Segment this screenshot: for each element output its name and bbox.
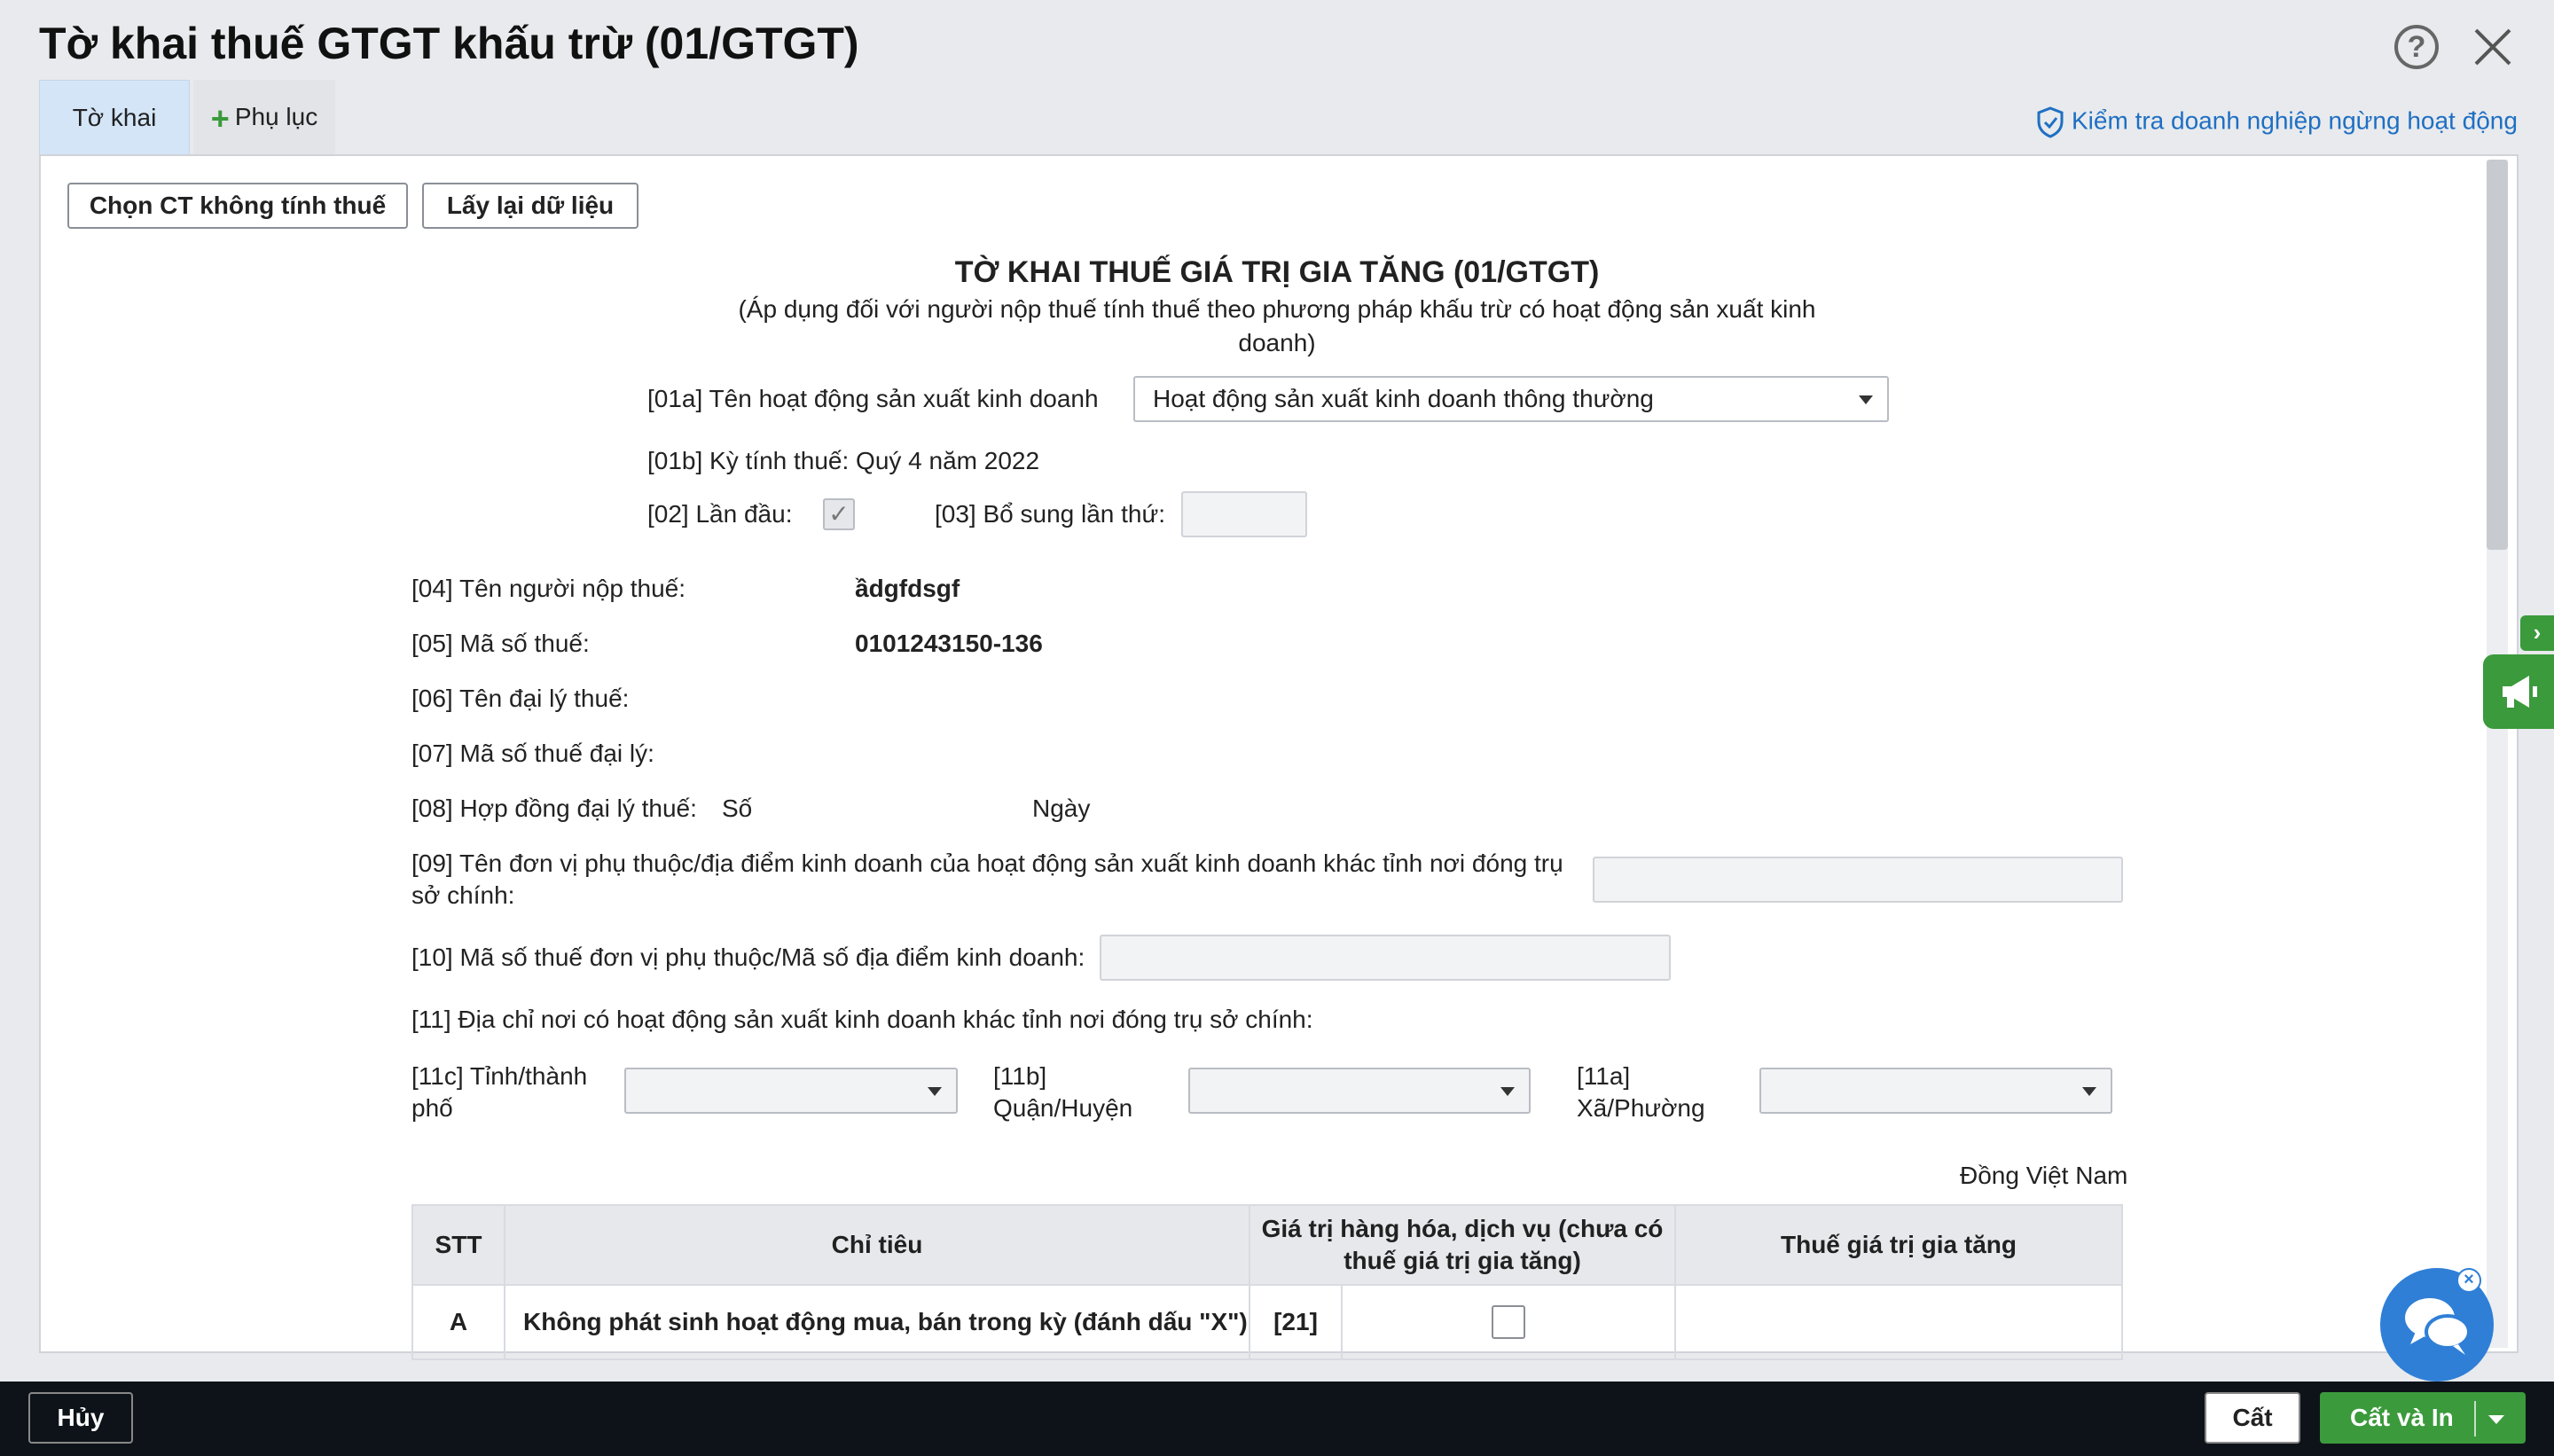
footer-bar: Hủy Cất Cất và In xyxy=(0,1382,2554,1456)
business-activity-value: Hoạt động sản xuất kinh doanh thông thườ… xyxy=(1153,385,1654,412)
check-link-label: Kiểm tra doanh nghiệp ngừng hoạt động xyxy=(2072,106,2518,135)
f10-label: [10] Mã số thuế đơn vị phụ thuộc/Mã số đ… xyxy=(411,943,1085,971)
dialog-title: Tờ khai thuế GTGT khấu trừ (01/GTGT) xyxy=(39,19,859,68)
tab-label: Tờ khai xyxy=(72,104,157,131)
choose-non-taxable-button[interactable]: Chọn CT không tính thuế xyxy=(67,183,408,229)
chevron-down-icon xyxy=(928,1087,942,1096)
f09-label: [09] Tên đơn vị phụ thuộc/địa điểm kinh … xyxy=(411,848,1563,912)
no-activity-checkbox[interactable] xyxy=(1492,1305,1525,1339)
table-row: A Không phát sinh hoạt động mua, bán tro… xyxy=(411,1284,2123,1360)
save-and-print-label: Cất và In xyxy=(2350,1404,2454,1431)
chevron-down-icon xyxy=(2082,1087,2096,1096)
tax-code: 0101243150-136 xyxy=(855,630,1043,657)
form-subtitle: (Áp dụng đối với người nộp thuế tính thu… xyxy=(727,293,1827,360)
chat-close-icon[interactable]: × xyxy=(2456,1268,2481,1293)
dependent-tax-code-input[interactable] xyxy=(1100,935,1671,981)
chevron-down-icon[interactable] xyxy=(2488,1415,2504,1424)
chevron-down-icon xyxy=(1859,395,1873,404)
close-icon[interactable] xyxy=(2469,23,2517,71)
f09-label-line-1: [09] Tên đơn vị phụ thuộc/địa điểm kinh … xyxy=(411,849,1563,877)
chevron-down-icon xyxy=(1500,1087,1515,1096)
side-panel-toggle-icon[interactable]: › xyxy=(2520,615,2554,651)
dependent-unit-name-input[interactable] xyxy=(1593,857,2123,903)
f08-date-label: Ngày xyxy=(1032,795,1091,822)
col-header-vat: Thuế giá trị gia tăng xyxy=(1674,1204,2123,1286)
col-header-value: Giá trị hàng hóa, dịch vụ (chưa có thuế … xyxy=(1249,1204,1676,1286)
tab-to-khai[interactable]: Tờ khai xyxy=(39,80,190,156)
first-time-checkbox[interactable]: ✓ xyxy=(823,498,855,530)
col-header-value-line-1: Giá trị hàng hóa, dịch vụ (chưa có xyxy=(1261,1215,1664,1242)
f11c-label-line-2: phố xyxy=(411,1094,453,1122)
tab-add-phu-luc[interactable]: + Phụ lục xyxy=(193,80,335,156)
f08-label: [08] Hợp đồng đại lý thuế: xyxy=(411,795,697,822)
f07-label: [07] Mã số thuế đại lý: xyxy=(411,740,654,767)
taxpayer-name: ầdgfdsgf xyxy=(855,575,960,602)
business-activity-select[interactable]: Hoạt động sản xuất kinh doanh thông thườ… xyxy=(1133,376,1889,422)
subtitle-line-1: (Áp dụng đối với người nộp thuế tính thu… xyxy=(738,295,1816,323)
f08-number-label: Số xyxy=(722,795,753,822)
row-a-stt: A xyxy=(411,1284,505,1360)
supplement-number-input[interactable] xyxy=(1181,491,1307,537)
f11b-label-line-2: Quận/Huyện xyxy=(993,1094,1133,1122)
f01b-label: [01b] Kỳ tính thuế: Quý 4 năm 2022 xyxy=(647,447,1040,474)
ward-select[interactable] xyxy=(1759,1068,2112,1114)
reload-data-button[interactable]: Lấy lại dữ liệu xyxy=(422,183,638,229)
row-a-vat xyxy=(1674,1284,2123,1360)
district-select[interactable] xyxy=(1188,1068,1531,1114)
f11a-label: [11a] Xã/Phường xyxy=(1577,1061,1705,1124)
cancel-button[interactable]: Hủy xyxy=(28,1392,133,1444)
f11a-label-line-2: Xã/Phường xyxy=(1577,1094,1705,1122)
button-divider xyxy=(2474,1401,2476,1436)
shield-check-icon xyxy=(2037,106,2064,138)
col-header-value-line-2: thuế giá trị gia tăng) xyxy=(1344,1247,1581,1274)
help-icon[interactable]: ? xyxy=(2394,25,2439,69)
tab-label: Phụ lục xyxy=(234,103,318,130)
f05-label: [05] Mã số thuế: xyxy=(411,630,590,657)
save-and-print-button[interactable]: Cất và In xyxy=(2320,1392,2526,1444)
megaphone-icon xyxy=(2503,676,2537,708)
f11c-label-line-1: [11c] Tỉnh/thành xyxy=(411,1062,588,1090)
col-header-chitieu: Chỉ tiêu xyxy=(504,1204,1250,1286)
province-select[interactable] xyxy=(624,1068,958,1114)
dialog-header: Tờ khai thuế GTGT khấu trừ (01/GTGT) ? xyxy=(0,0,2554,85)
row-a-checkbox-cell xyxy=(1341,1284,1676,1360)
form-title: TỜ KHAI THUẾ GIÁ TRỊ GIA TĂNG (01/GTGT) xyxy=(954,255,1600,289)
f11b-label-line-1: [11b] xyxy=(993,1062,1047,1090)
col-header-stt: STT xyxy=(411,1204,505,1286)
row-a-code: [21] xyxy=(1249,1284,1343,1360)
save-button[interactable]: Cất xyxy=(2205,1392,2300,1444)
check-business-link[interactable]: Kiểm tra doanh nghiệp ngừng hoạt động xyxy=(2036,106,2518,138)
f04-label: [04] Tên người nộp thuế: xyxy=(411,575,686,602)
f11b-label: [11b] Quận/Huyện xyxy=(993,1061,1132,1124)
f06-label: [06] Tên đại lý thuế: xyxy=(411,685,630,712)
currency-label: Đồng Việt Nam xyxy=(1960,1162,2128,1189)
f11c-label: [11c] Tỉnh/thành phố xyxy=(411,1061,587,1124)
f11-label: [11] Địa chỉ nơi có hoạt động sản xuất k… xyxy=(411,1006,1313,1033)
f02-label: [02] Lần đầu: xyxy=(647,500,793,528)
f09-label-line-2: sở chính: xyxy=(411,881,515,909)
plus-icon: + xyxy=(210,99,230,137)
declaration-table: STT Chỉ tiêu Giá trị hàng hóa, dịch vụ (… xyxy=(411,1204,2123,1360)
f03-label: [03] Bổ sung lần thứ: xyxy=(935,500,1166,528)
row-a-chitieu: Không phát sinh hoạt động mua, bán trong… xyxy=(504,1284,1250,1360)
f01a-label: [01a] Tên hoạt động sản xuất kinh doanh xyxy=(647,385,1099,412)
f11a-label-line-1: [11a] xyxy=(1577,1062,1631,1090)
subtitle-line-2: doanh) xyxy=(1238,329,1316,356)
announcement-button[interactable] xyxy=(2483,654,2554,729)
table-header-row: STT Chỉ tiêu Giá trị hàng hóa, dịch vụ (… xyxy=(411,1204,2123,1286)
scrollbar-thumb[interactable] xyxy=(2487,160,2508,550)
